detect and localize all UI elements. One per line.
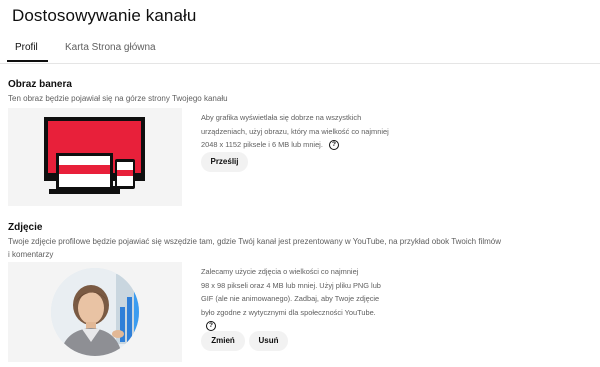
banner-section-description: Ten obraz będzie pojawiał się na górze s… [8, 94, 228, 103]
change-photo-button[interactable]: Zmień [201, 331, 245, 351]
upload-banner-button[interactable]: Prześlij [201, 152, 248, 172]
page-title: Dostosowywanie kanału [12, 6, 197, 25]
photo-hint: Zalecamy użycie zdjęcia o wielkości co n… [201, 267, 381, 332]
tab-profile[interactable]: Profil [15, 42, 38, 53]
active-tab-indicator [7, 60, 48, 62]
banner-hint: Aby grafika wyświetlała się dobrze na ws… [201, 113, 389, 151]
devices-illustration [44, 117, 145, 194]
photo-section-description: Twoje zdjęcie profilowe będzie pojawiać … [8, 237, 501, 259]
banner-section-title: Obraz banera [8, 79, 72, 90]
help-icon[interactable]: ? [206, 321, 216, 332]
remove-photo-button[interactable]: Usuń [249, 331, 288, 351]
tab-home[interactable]: Karta Strona główna [65, 42, 156, 53]
tab-bar: Profil Karta Strona główna [0, 38, 600, 64]
photo-section-title: Zdjęcie [8, 222, 43, 233]
banner-preview [8, 108, 182, 206]
photo-preview [8, 262, 182, 362]
help-icon[interactable]: ? [328, 140, 339, 151]
profile-photo-avatar [51, 268, 139, 356]
